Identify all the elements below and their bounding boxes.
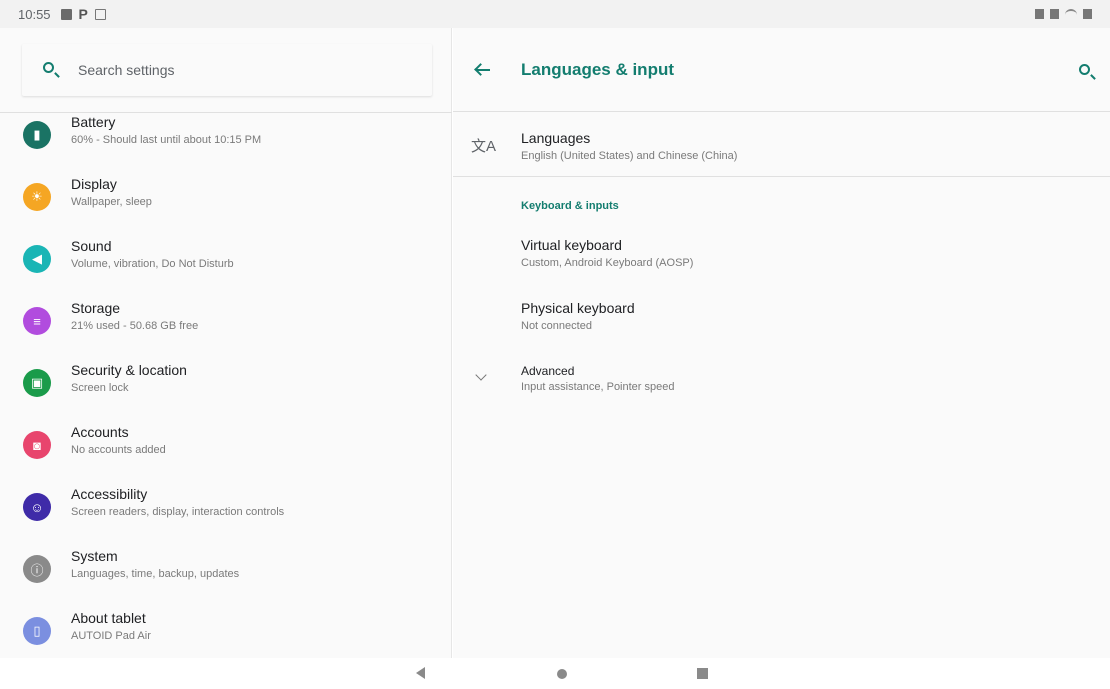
advanced-row[interactable]: Advanced Input assistance, Pointer speed [453, 360, 1110, 408]
setting-title: Sound [71, 238, 112, 254]
status-icons [1035, 9, 1092, 19]
languages-subtitle: English (United States) and Chinese (Chi… [521, 150, 738, 162]
setting-item-storage[interactable]: ≡ Storage 21% used - 50.68 GB free [0, 300, 452, 362]
setting-title: Accessibility [71, 486, 148, 502]
nav-home-button[interactable] [557, 669, 567, 679]
setting-title: Battery [71, 114, 116, 130]
search-settings-field[interactable]: Search settings [22, 44, 432, 96]
languages-row[interactable]: Languages English (United States) and Ch… [453, 124, 1110, 176]
setting-subtitle: Languages, time, backup, updates [71, 568, 240, 580]
battery-icon: ▮ [23, 121, 51, 149]
battery-status-icon [1083, 9, 1092, 19]
status-time: 10:55 [18, 6, 51, 22]
settings-list-pane: Search settings ▮ Battery 60% - Should l… [0, 28, 452, 658]
setting-item-accounts[interactable]: ◙ Accounts No accounts added [0, 424, 452, 486]
setting-item-security[interactable]: ▣ Security & location Screen lock [0, 362, 452, 424]
page-title: Languages & input [521, 60, 674, 79]
setting-subtitle: No accounts added [71, 444, 166, 456]
setting-subtitle: 21% used - 50.68 GB free [71, 320, 199, 332]
advanced-title: Advanced [521, 364, 575, 378]
nav-recents-button[interactable] [697, 668, 708, 679]
navigation-bar [0, 658, 1110, 689]
setting-title: System [71, 548, 118, 564]
divider [0, 112, 452, 113]
section-header: Keyboard & inputs [521, 200, 619, 212]
setting-subtitle: AUTOID Pad Air [71, 630, 151, 642]
setting-title: About tablet [71, 610, 146, 626]
search-icon[interactable] [1078, 63, 1094, 79]
divider [453, 176, 1110, 177]
languages-title: Languages [521, 130, 591, 146]
storage-icon: ≡ [23, 307, 51, 335]
setting-subtitle: Screen lock [71, 382, 129, 394]
setting-title: Storage [71, 300, 121, 316]
detail-pane: Languages & input Languages English (Uni… [453, 28, 1110, 658]
setting-subtitle: Screen readers, display, interaction con… [71, 506, 285, 518]
volume-icon: ◀ [23, 245, 51, 273]
parking-icon: P [78, 5, 88, 22]
physical-keyboard-subtitle: Not connected [521, 320, 592, 332]
setting-title: Display [71, 176, 117, 192]
translate-icon: 文A [471, 138, 497, 155]
virtual-keyboard-title: Virtual keyboard [521, 237, 622, 253]
nav-back-button[interactable] [416, 667, 425, 679]
physical-keyboard-row[interactable]: Physical keyboard Not connected [453, 296, 1110, 348]
setting-subtitle: Volume, vibration, Do Not Disturb [71, 258, 234, 270]
search-icon [42, 61, 60, 79]
physical-keyboard-title: Physical keyboard [521, 300, 635, 316]
setting-item-battery[interactable]: ▮ Battery 60% - Should last until about … [0, 114, 452, 176]
calendar-icon [94, 8, 106, 20]
setting-subtitle: 60% - Should last until about 10:15 PM [71, 134, 262, 146]
info-icon: ⓘ [23, 555, 51, 583]
setting-item-accessibility[interactable]: ☺ Accessibility Screen readers, display,… [0, 486, 452, 548]
setting-item-display[interactable]: ☀ Display Wallpaper, sleep [0, 176, 452, 238]
search-placeholder: Search settings [78, 62, 175, 78]
advanced-subtitle: Input assistance, Pointer speed [521, 381, 675, 393]
setting-item-sound[interactable]: ◀ Sound Volume, vibration, Do Not Distur… [0, 238, 452, 300]
setting-title: Security & location [71, 362, 187, 378]
setting-subtitle: Wallpaper, sleep [71, 196, 152, 208]
lock-icon: ▣ [23, 369, 51, 397]
accessibility-icon: ☺ [23, 493, 51, 521]
notification-icon [60, 8, 72, 20]
virtual-keyboard-row[interactable]: Virtual keyboard Custom, Android Keyboar… [453, 232, 1110, 284]
status-bar: 10:55 P [0, 0, 1110, 28]
tablet-icon: ▯ [23, 617, 51, 645]
sim-icon [1035, 9, 1044, 19]
back-arrow-icon[interactable] [475, 62, 491, 78]
account-icon: ◙ [23, 431, 51, 459]
detail-toolbar: Languages & input [453, 28, 1110, 112]
brightness-icon: ☀ [23, 183, 51, 211]
mute-icon [1050, 9, 1059, 19]
virtual-keyboard-subtitle: Custom, Android Keyboard (AOSP) [521, 257, 694, 269]
setting-title: Accounts [71, 424, 129, 440]
wifi-icon [1065, 9, 1077, 19]
setting-item-system[interactable]: ⓘ System Languages, time, backup, update… [0, 548, 452, 610]
